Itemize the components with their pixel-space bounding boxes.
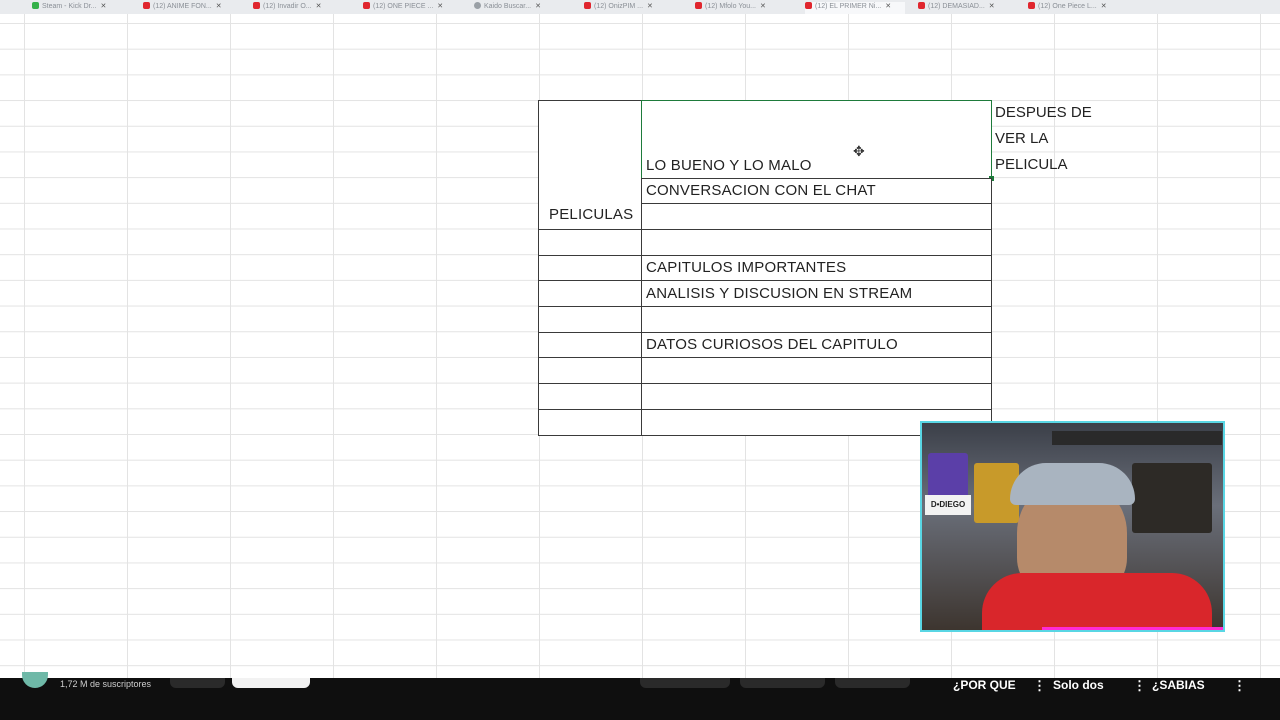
youtube-favicon-icon	[695, 2, 702, 9]
peliculas-cell[interactable]: PELICULAS	[538, 100, 642, 230]
browser-tab[interactable]: (12) DEMASIAD... ✕	[918, 2, 1016, 14]
youtube-favicon-icon	[253, 2, 260, 9]
row-label: LO BUENO Y LO MALO	[646, 157, 812, 174]
table-row[interactable]	[641, 383, 992, 410]
browser-tab[interactable]: (12) ANIME FON... ✕	[143, 2, 241, 14]
table-row[interactable]: ANALISIS Y DISCUSION EN STREAM	[641, 280, 992, 307]
tab-close-icon[interactable]: ✕	[989, 3, 995, 10]
figure-shelf	[1132, 463, 1212, 533]
youtube-favicon-icon	[143, 2, 150, 9]
tab-title: (12) ONE PIECE ...	[373, 3, 434, 10]
shelf	[1052, 431, 1222, 445]
browser-tab[interactable]: (12) Invadir O... ✕	[253, 2, 351, 14]
tab-close-icon[interactable]: ✕	[437, 3, 443, 10]
row-label: CAPITULOS IMPORTANTES	[646, 259, 847, 276]
short-title[interactable]: Solo dos	[1053, 678, 1104, 692]
youtube-favicon-icon	[363, 2, 370, 9]
left-empty-cell[interactable]	[538, 383, 642, 410]
left-empty-cell[interactable]	[538, 229, 642, 256]
left-empty-cell[interactable]	[538, 280, 642, 307]
crosshair-cursor-icon: ✥	[853, 143, 865, 159]
youtube-favicon-icon	[805, 2, 812, 9]
search-favicon-icon	[474, 2, 481, 9]
table-row[interactable]	[641, 306, 992, 333]
youtube-favicon-icon	[918, 2, 925, 9]
sign: D•DIEGO	[925, 495, 971, 515]
peliculas-label: PELICULAS	[549, 206, 634, 223]
youtube-favicon-icon	[584, 2, 591, 9]
tab-close-icon[interactable]: ✕	[760, 3, 766, 10]
tab-title: (12) EL PRIMER Ni...	[815, 3, 882, 10]
left-empty-cell[interactable]	[538, 306, 642, 333]
tab-title: (12) One Piece L...	[1038, 3, 1097, 10]
table-row[interactable]: CONVERSACION CON EL CHAT	[641, 178, 992, 204]
bar-segment	[835, 678, 910, 688]
left-empty-cell[interactable]	[538, 255, 642, 281]
youtube-favicon-icon	[1028, 2, 1035, 9]
left-empty-cell[interactable]	[538, 357, 642, 384]
table-row[interactable]	[641, 203, 992, 230]
row-label: DATOS CURIOSOS DEL CAPITULO	[646, 336, 898, 353]
table-row[interactable]	[641, 357, 992, 384]
tab-close-icon[interactable]: ✕	[885, 3, 891, 10]
more-options-icon[interactable]: ⋮	[1133, 678, 1146, 694]
side-note: DESPUES DE VER LA PELICULA	[995, 104, 1092, 173]
bar-segment	[170, 678, 225, 688]
tab-close-icon[interactable]: ✕	[100, 3, 106, 10]
row-label: CONVERSACION CON EL CHAT	[646, 182, 876, 199]
tab-title: (12) Mfolo You...	[705, 3, 756, 10]
bar-segment	[740, 678, 825, 688]
tab-close-icon[interactable]: ✕	[535, 3, 541, 10]
bar-segment	[640, 678, 730, 688]
tab-title: (12) DEMASIAD...	[928, 3, 985, 10]
table-row[interactable]: CAPITULOS IMPORTANTES	[641, 255, 992, 281]
channel-avatar[interactable]	[22, 672, 48, 688]
tab-title: Kaido Buscar...	[484, 3, 532, 10]
browser-tab[interactable]: Kaido Buscar... ✕	[474, 2, 572, 14]
subscriber-count: 1,72 M de suscriptores	[60, 679, 152, 689]
table-row[interactable]: DATOS CURIOSOS DEL CAPITULO	[641, 332, 992, 358]
more-options-icon[interactable]: ⋮	[1033, 678, 1046, 694]
row-label: ANALISIS Y DISCUSION EN STREAM	[646, 285, 913, 302]
tab-title: Steam - Kick Dr...	[42, 3, 97, 10]
browser-tab[interactable]: (12) ONE PIECE ... ✕	[363, 2, 461, 14]
tab-close-icon[interactable]: ✕	[1101, 3, 1107, 10]
bottom-bar: 1,72 M de suscriptores ¿POR QUE ⋮ Solo d…	[0, 672, 1280, 720]
browser-tab[interactable]: (12) One Piece L... ✕	[1028, 2, 1128, 14]
tab-favicon-icon	[32, 2, 39, 9]
tab-title: (12) ANIME FON...	[153, 3, 212, 10]
table-row[interactable]	[641, 229, 992, 256]
browser-tab-active[interactable]: (12) EL PRIMER Ni... ✕	[805, 2, 905, 14]
short-title[interactable]: ¿SABIAS	[1152, 678, 1205, 692]
subscribe-button[interactable]	[232, 678, 310, 688]
tab-title: (12) Invadir O...	[263, 3, 312, 10]
tab-close-icon[interactable]: ✕	[216, 3, 222, 10]
browser-tab[interactable]: Steam - Kick Dr... ✕	[32, 2, 128, 14]
browser-tab[interactable]: (12) OnizPIM ... ✕	[584, 2, 682, 14]
selected-cell[interactable]: LO BUENO Y LO MALO	[641, 100, 992, 179]
tab-close-icon[interactable]: ✕	[316, 3, 322, 10]
left-empty-cell[interactable]	[538, 332, 642, 358]
browser-tab-strip: Steam - Kick Dr... ✕ (12) ANIME FON... ✕ (…	[0, 0, 1280, 15]
webcam-overlay: D•DIEGO	[920, 421, 1225, 632]
tab-title: (12) OnizPIM ...	[594, 3, 644, 10]
red-shirt	[982, 573, 1212, 630]
left-empty-cell[interactable]	[538, 409, 642, 436]
more-options-icon[interactable]: ⋮	[1233, 678, 1246, 694]
short-title[interactable]: ¿POR QUE	[953, 678, 1016, 692]
cap	[1010, 463, 1135, 505]
browser-tab[interactable]: (12) Mfolo You... ✕	[695, 2, 793, 14]
tab-close-icon[interactable]: ✕	[647, 3, 653, 10]
